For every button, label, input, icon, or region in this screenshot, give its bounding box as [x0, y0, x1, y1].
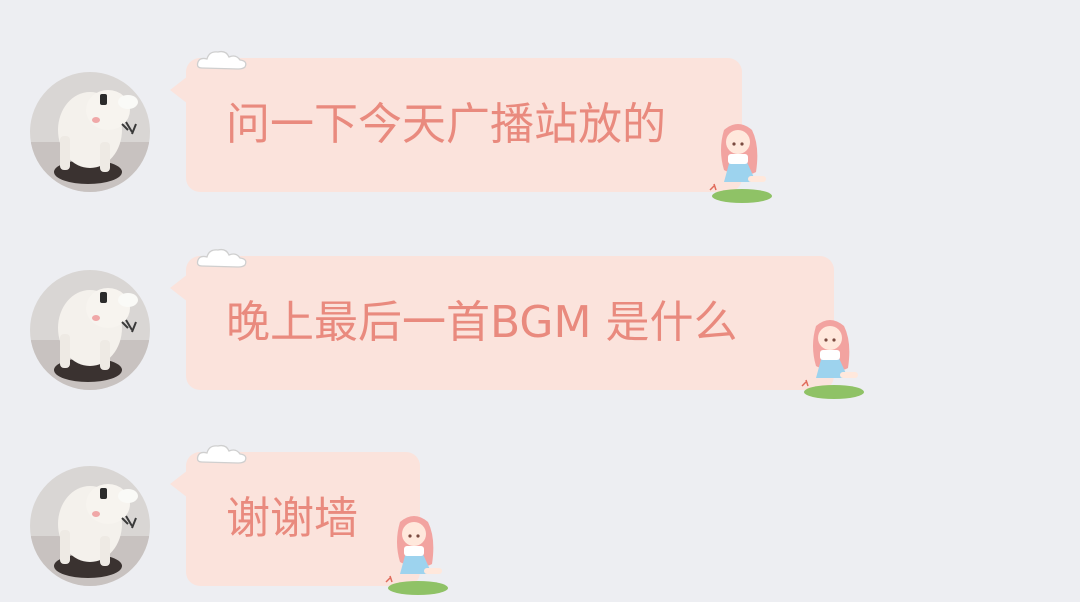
- sender-avatar[interactable]: [30, 466, 150, 586]
- chat-message-list: 问一下今天广播站放的 晚上最后一首BGM 是什么 谢谢墙: [0, 0, 1080, 601]
- message-bubble[interactable]: 问一下今天广播站放的: [186, 50, 772, 203]
- message-bubble[interactable]: 晚上最后一首BGM 是什么: [186, 248, 864, 399]
- chat-message: 谢谢墙: [0, 444, 1080, 602]
- girl-sticker-icon: [709, 124, 772, 203]
- sender-avatar[interactable]: [30, 270, 150, 390]
- cloud-icon: [196, 248, 247, 268]
- message-text: 问一下今天广播站放的: [226, 99, 666, 150]
- sheep-avatar-icon: [30, 270, 150, 390]
- girl-sticker-icon: [801, 320, 864, 399]
- chat-message: 晚上最后一首BGM 是什么: [0, 248, 1080, 406]
- cloud-icon: [196, 50, 247, 70]
- message-bubble[interactable]: 谢谢墙: [186, 444, 448, 595]
- cloud-icon: [196, 444, 247, 464]
- chat-message: 问一下今天广播站放的: [0, 50, 1080, 208]
- message-text: 谢谢墙: [226, 493, 358, 544]
- message-text: 晚上最后一首BGM 是什么: [226, 297, 738, 348]
- girl-sticker-icon: [385, 516, 448, 595]
- sheep-avatar-icon: [30, 72, 150, 192]
- sender-avatar[interactable]: [30, 72, 150, 192]
- sheep-avatar-icon: [30, 466, 150, 586]
